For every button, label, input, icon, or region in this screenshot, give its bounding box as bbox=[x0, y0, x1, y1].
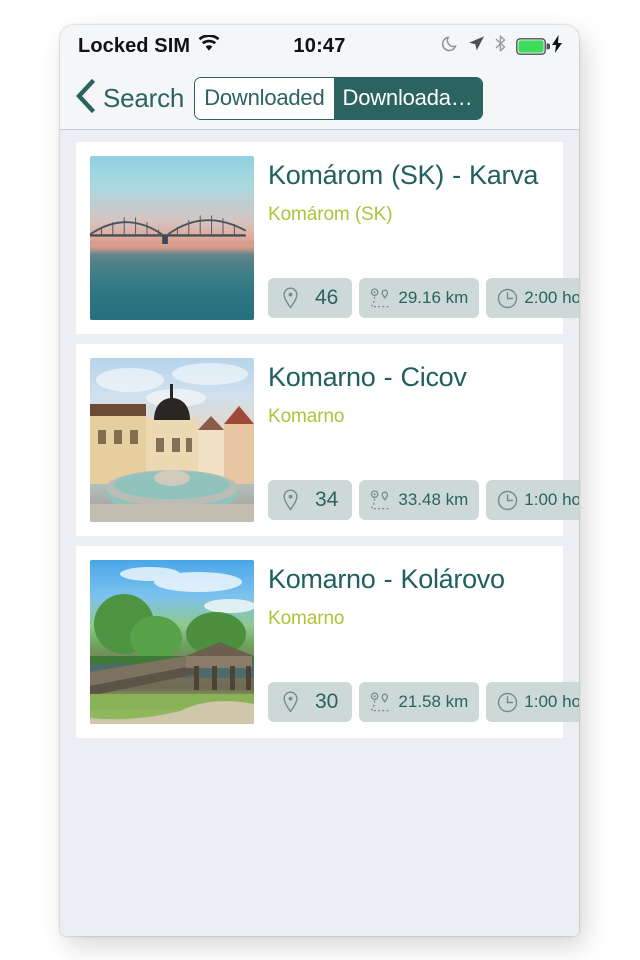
route-icon bbox=[370, 490, 392, 510]
list-item[interactable]: Komárom (SK) - Karva Komárom (SK) 46 29.… bbox=[76, 142, 579, 334]
segmented-control[interactable]: Downloaded Downloada… bbox=[194, 76, 483, 120]
badge-value: 46 bbox=[315, 286, 339, 309]
status-bar: Locked SIM 10:47 bbox=[60, 25, 579, 67]
status-badge-waypoints[interactable]: 46 bbox=[268, 278, 353, 318]
tour-thumbnail bbox=[90, 156, 254, 320]
battery-icon bbox=[516, 34, 563, 58]
tour-subtitle: Komarno bbox=[268, 405, 345, 427]
status-badge-waypoints[interactable]: 34 bbox=[268, 480, 353, 520]
water-sheen bbox=[90, 244, 254, 320]
tour-info: Komarno - Kolárovo Komarno 30 21.58 km 1… bbox=[268, 560, 579, 724]
back-button-label: Search bbox=[103, 82, 185, 113]
tour-badges: 46 29.16 km 2:00 ho bbox=[268, 278, 579, 320]
status-bar-right bbox=[441, 34, 563, 58]
tour-badges: 30 21.58 km 1:00 ho bbox=[268, 682, 579, 724]
badge-value: 30 bbox=[315, 690, 339, 713]
clock-label: 10:47 bbox=[293, 34, 346, 57]
status-bar-left: Locked SIM bbox=[78, 34, 220, 58]
status-badge-duration[interactable]: 1:00 hour bbox=[486, 480, 579, 520]
badge-value: 1:00 hour bbox=[524, 692, 579, 711]
status-badge-distance[interactable]: 21.58 km bbox=[359, 682, 480, 722]
tour-subtitle: Komárom (SK) bbox=[268, 203, 393, 225]
list-item[interactable]: Komarno - Cicov Komarno 34 33.48 km 1:00… bbox=[76, 344, 579, 536]
map-pin-icon bbox=[282, 489, 299, 511]
badge-value: 2:00 hour bbox=[524, 288, 579, 307]
segment-downloaded[interactable]: Downloaded bbox=[195, 77, 334, 119]
map-pin-icon bbox=[282, 691, 299, 713]
chevron-left-icon bbox=[74, 78, 96, 118]
tour-subtitle: Komarno bbox=[268, 607, 345, 629]
badge-value: 1:00 hour bbox=[524, 490, 579, 509]
bluetooth-icon bbox=[494, 34, 507, 58]
lightning-bolt-icon bbox=[551, 34, 563, 58]
town-square-graphic bbox=[90, 363, 254, 522]
route-icon bbox=[370, 288, 392, 308]
status-badge-duration[interactable]: 2:00 hour bbox=[486, 278, 579, 318]
tour-title: Komarno - Kolárovo bbox=[268, 564, 505, 594]
status-badge-duration[interactable]: 1:00 hour bbox=[486, 682, 579, 722]
badge-value: 33.48 km bbox=[398, 490, 469, 509]
phone-device-frame: Locked SIM 10:47 Search Downloaded Downl… bbox=[60, 25, 579, 936]
tour-list[interactable]: Komárom (SK) - Karva Komárom (SK) 46 29.… bbox=[60, 130, 579, 936]
bridge-graphic bbox=[90, 215, 246, 244]
tour-thumbnail bbox=[90, 560, 254, 724]
wifi-icon bbox=[198, 34, 220, 57]
carrier-label: Locked SIM bbox=[78, 34, 191, 57]
tour-thumbnail bbox=[90, 358, 254, 522]
tour-title: Komárom (SK) - Karva bbox=[268, 160, 539, 190]
status-badge-distance[interactable]: 29.16 km bbox=[359, 278, 480, 318]
back-button[interactable]: Search bbox=[74, 78, 185, 118]
clock-icon bbox=[497, 692, 518, 713]
navigation-bar: Search Downloaded Downloada… bbox=[60, 67, 579, 130]
badge-value: 29.16 km bbox=[398, 288, 469, 307]
location-arrow-icon bbox=[468, 35, 485, 57]
tour-info: Komárom (SK) - Karva Komárom (SK) 46 29.… bbox=[268, 156, 579, 320]
clock-icon bbox=[497, 288, 518, 309]
screenshot-root: Locked SIM 10:47 Search Downloaded Downl… bbox=[0, 0, 640, 960]
status-badge-distance[interactable]: 33.48 km bbox=[359, 480, 480, 520]
tour-badges: 34 33.48 km 1:00 ho bbox=[268, 480, 579, 522]
route-icon bbox=[370, 692, 392, 712]
badge-value: 34 bbox=[315, 488, 339, 511]
clock-icon bbox=[497, 490, 518, 511]
status-badge-waypoints[interactable]: 30 bbox=[268, 682, 353, 722]
badge-value: 21.58 km bbox=[398, 692, 469, 711]
tour-info: Komarno - Cicov Komarno 34 33.48 km 1:00… bbox=[268, 358, 579, 522]
segment-downloadable[interactable]: Downloada… bbox=[333, 77, 482, 119]
tour-title: Komarno - Cicov bbox=[268, 362, 467, 392]
wooden-bridge-graphic bbox=[90, 567, 254, 724]
map-pin-icon bbox=[282, 287, 299, 309]
moon-icon bbox=[441, 35, 459, 57]
list-item[interactable]: Komarno - Kolárovo Komarno 30 21.58 km 1… bbox=[76, 546, 579, 738]
